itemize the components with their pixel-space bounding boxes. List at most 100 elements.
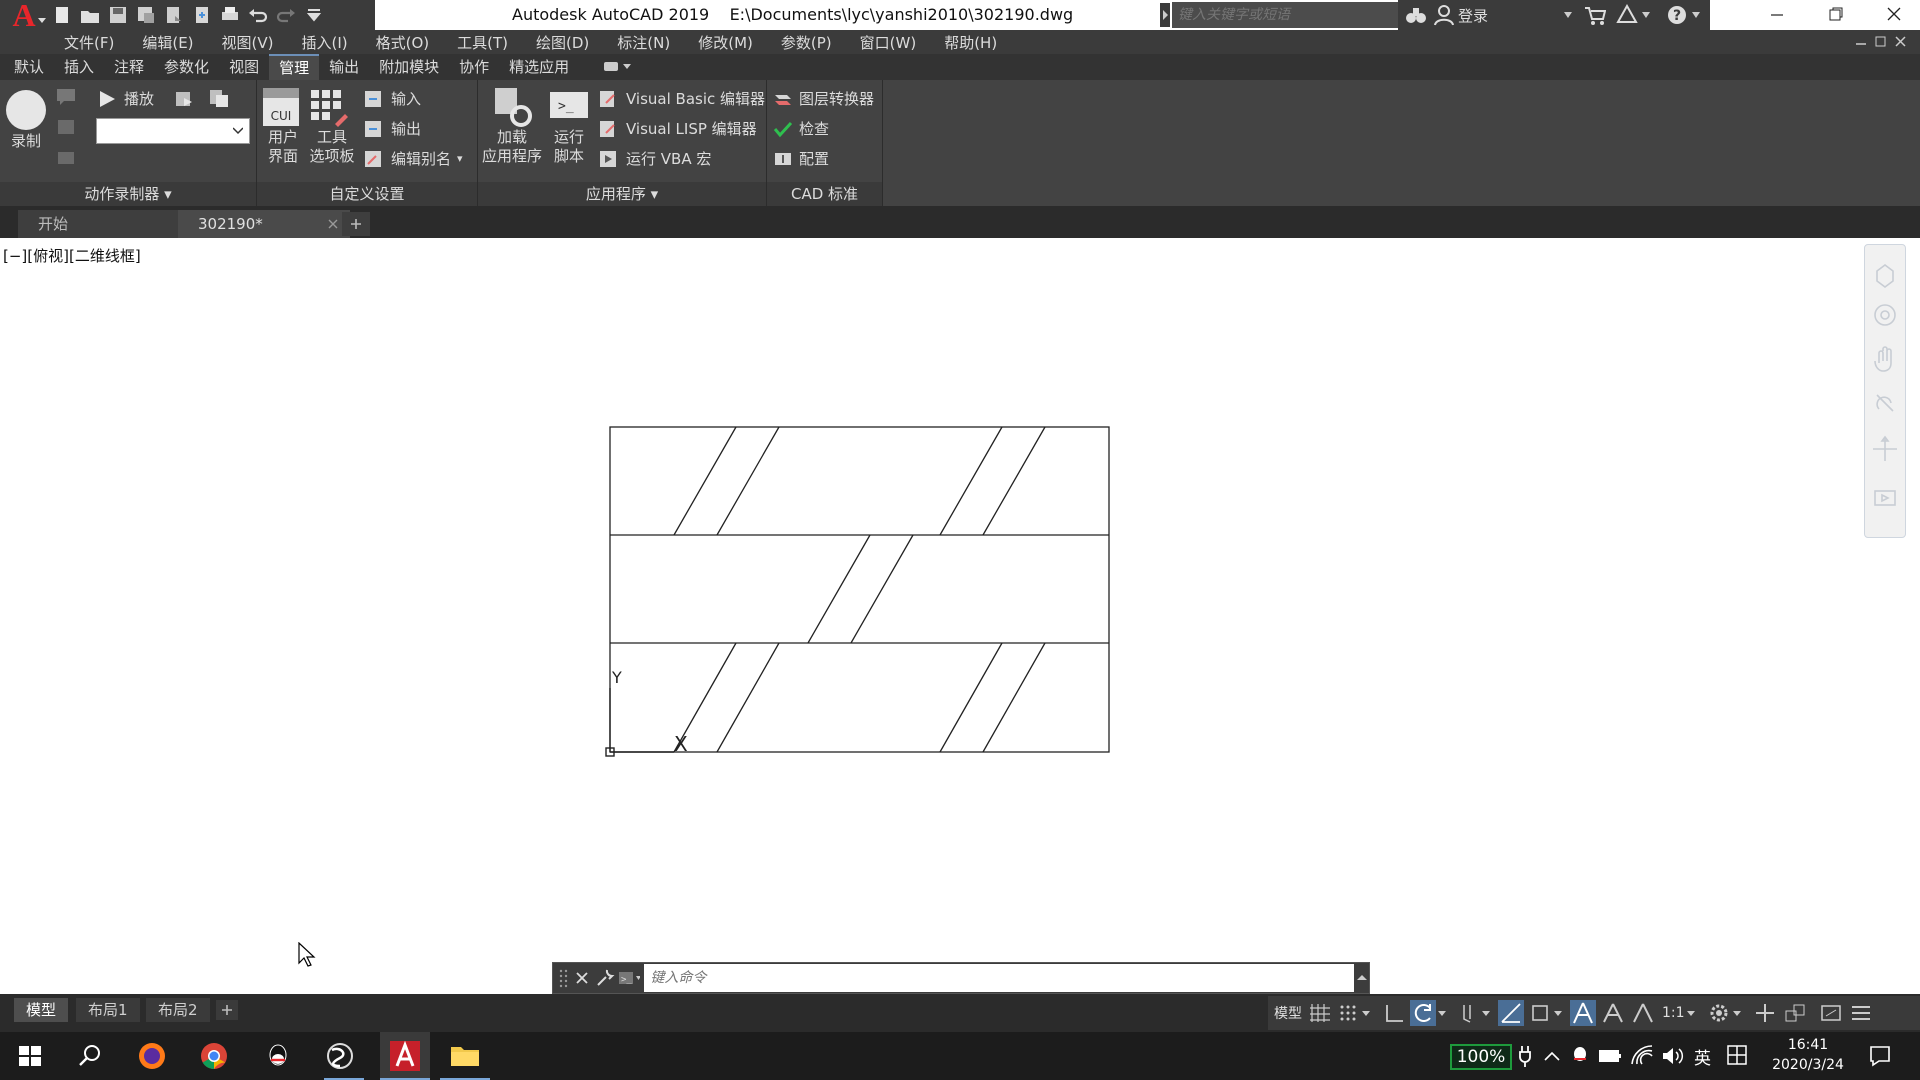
ortho-icon[interactable] xyxy=(1382,1001,1406,1025)
search-input[interactable] xyxy=(1172,2,1400,28)
viewport-controls-label[interactable]: [−][俯视][二维线框] xyxy=(3,245,141,266)
menu-format[interactable]: 格式(O) xyxy=(376,32,430,53)
object-snap-tracking-button[interactable] xyxy=(1498,1000,1524,1026)
customize-menu-icon[interactable] xyxy=(1849,1001,1873,1025)
run-vba-macro-button[interactable]: 运行 VBA 宏 xyxy=(598,148,711,169)
new-file-icon[interactable] xyxy=(51,4,73,26)
share-icon[interactable] xyxy=(191,4,213,26)
search-expand[interactable] xyxy=(1160,3,1170,27)
ime-mode-icon[interactable] xyxy=(1726,1044,1748,1066)
menu-dimension[interactable]: 标注(N) xyxy=(617,32,670,53)
battery-icon[interactable] xyxy=(1598,1046,1622,1066)
polar-tracking-button[interactable] xyxy=(1410,1000,1436,1026)
chevron-down-icon[interactable] xyxy=(1685,1001,1697,1025)
input-language-indicator[interactable]: 英 xyxy=(1694,1044,1711,1069)
wrench-icon[interactable] xyxy=(593,966,616,990)
recent-commands-icon[interactable]: >_ xyxy=(616,966,641,990)
spiral-app-icon[interactable] xyxy=(324,1040,356,1072)
wifi-icon[interactable] xyxy=(1630,1044,1654,1068)
run-script-button[interactable]: >_ 运行 脚本 xyxy=(546,86,592,166)
grip-icon[interactable] xyxy=(557,966,570,990)
base-point-icon[interactable] xyxy=(56,150,76,168)
save-icon[interactable] xyxy=(107,4,129,26)
tab-model[interactable]: 模型 xyxy=(14,998,69,1022)
panel-title-applications[interactable]: 应用程序 ▾ xyxy=(478,182,766,206)
save-as-icon[interactable] xyxy=(135,4,157,26)
close-command-icon[interactable] xyxy=(570,966,593,990)
menu-file[interactable]: 文件(F) xyxy=(64,32,114,53)
new-layout-button[interactable] xyxy=(216,1000,238,1020)
firefox-icon[interactable] xyxy=(136,1040,168,1072)
qq-icon[interactable] xyxy=(262,1040,294,1072)
restore-icon[interactable] xyxy=(1828,6,1844,22)
tab-view[interactable]: 视图 xyxy=(219,54,269,80)
command-history-icon[interactable] xyxy=(1354,966,1369,990)
user-icon[interactable] xyxy=(1434,4,1454,26)
visual-lisp-editor-button[interactable]: Visual LISP 编辑器 xyxy=(598,118,757,139)
menu-view[interactable]: 视图(V) xyxy=(222,32,274,53)
windows-start-icon[interactable] xyxy=(14,1040,46,1072)
scale-selector[interactable]: 1:1 xyxy=(1662,1005,1685,1021)
tab-annotate[interactable]: 注释 xyxy=(104,54,154,80)
chevron-up-icon[interactable] xyxy=(1542,1046,1562,1066)
chevron-down-icon[interactable] xyxy=(1692,12,1700,18)
gear-icon[interactable] xyxy=(1707,1001,1731,1025)
login-link[interactable]: 登录 xyxy=(1458,5,1488,26)
record-button[interactable]: 录制 xyxy=(4,88,48,151)
chevron-down-icon[interactable] xyxy=(1436,1001,1448,1025)
drawing-canvas[interactable]: Y X xyxy=(0,238,1920,994)
chevron-down-icon[interactable] xyxy=(1564,12,1572,18)
tab-collaborate[interactable]: 协作 xyxy=(449,54,499,80)
menu-edit[interactable]: 编辑(E) xyxy=(142,32,193,53)
notification-center-icon[interactable] xyxy=(1868,1044,1892,1068)
command-input[interactable] xyxy=(644,964,1354,992)
tab-manage[interactable]: 管理 xyxy=(269,54,320,80)
panel-title-action-recorder[interactable]: 动作录制器 ▾ xyxy=(0,182,256,206)
annotation-visibility-button[interactable] xyxy=(1570,1000,1596,1026)
import-button[interactable]: 输入 xyxy=(363,88,421,109)
help-icon[interactable]: ? xyxy=(1666,4,1688,26)
tool-palettes-button[interactable]: 工具 选项板 xyxy=(307,86,357,166)
chevron-down-icon[interactable] xyxy=(1360,1001,1372,1025)
insert-message-icon[interactable] xyxy=(56,88,76,106)
cart-icon[interactable] xyxy=(1584,5,1606,25)
chrome-icon[interactable] xyxy=(198,1040,230,1072)
autocad-taskbar-button[interactable] xyxy=(380,1032,430,1080)
menu-help[interactable]: 帮助(H) xyxy=(944,32,997,53)
model-space-button[interactable]: 模型 xyxy=(1274,1003,1302,1023)
a360-icon[interactable] xyxy=(1616,4,1638,26)
isolate-objects-icon[interactable] xyxy=(1783,1001,1807,1025)
minimize-icon[interactable] xyxy=(1770,8,1784,22)
menu-window[interactable]: 窗口(W) xyxy=(860,32,917,53)
tab-default[interactable]: 默认 xyxy=(4,54,54,80)
battery-percent[interactable]: 100% xyxy=(1450,1044,1512,1070)
isodraft-icon[interactable] xyxy=(1456,1001,1480,1025)
play-button[interactable]: 播放 xyxy=(98,88,154,109)
publish-icon[interactable] xyxy=(163,4,185,26)
power-plug-icon[interactable] xyxy=(1518,1044,1532,1068)
user-interface-button[interactable]: CUI 用户 界面 xyxy=(261,86,305,166)
auto-scale-icon[interactable] xyxy=(1600,1001,1626,1025)
tab-addins[interactable]: 附加模块 xyxy=(369,54,449,80)
undo-icon[interactable] xyxy=(247,4,269,26)
tab-layout1[interactable]: 布局1 xyxy=(76,998,140,1022)
open-folder-icon[interactable] xyxy=(79,4,101,26)
ribbon-minimize-icon[interactable] xyxy=(603,60,633,74)
tab-layout2[interactable]: 布局2 xyxy=(146,998,210,1022)
tab-drawing[interactable]: 302190* xyxy=(178,210,350,238)
fullscreen-icon[interactable] xyxy=(1819,1001,1843,1025)
plot-icon[interactable] xyxy=(219,4,241,26)
annotation-scale-icon[interactable] xyxy=(1630,1001,1656,1025)
chevron-down-icon[interactable] xyxy=(1480,1001,1492,1025)
close-tab-icon[interactable] xyxy=(328,219,338,229)
tab-insert[interactable]: 插入 xyxy=(54,54,104,80)
configure-button[interactable]: 配置 xyxy=(773,148,829,169)
grid-icon[interactable] xyxy=(1308,1001,1332,1025)
qq-tray-icon[interactable] xyxy=(1570,1044,1590,1068)
menu-parametric[interactable]: 参数(P) xyxy=(781,32,832,53)
menu-insert[interactable]: 插入(I) xyxy=(302,32,348,53)
drawing-window-controls[interactable] xyxy=(1854,34,1910,50)
taskbar-clock[interactable]: 16:41 2020/3/24 xyxy=(1760,1035,1856,1075)
close-icon[interactable] xyxy=(1886,6,1902,22)
tab-output[interactable]: 输出 xyxy=(319,54,369,80)
